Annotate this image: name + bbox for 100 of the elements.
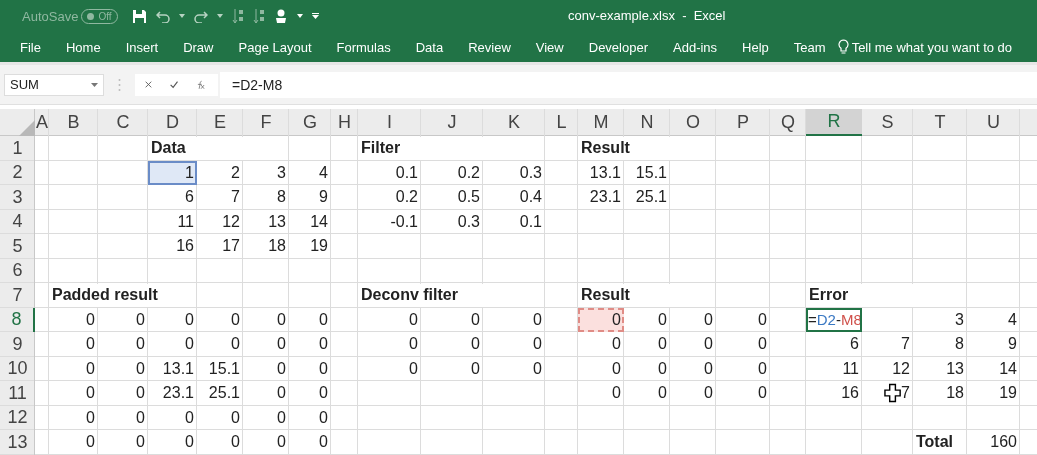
column-header[interactable]: N <box>624 109 670 136</box>
ribbon-tab[interactable]: Formulas <box>336 39 391 55</box>
table-cell-text: 0 <box>276 334 287 355</box>
lightbulb-icon[interactable] <box>837 39 849 55</box>
ribbon-tab[interactable]: Developer <box>588 39 648 55</box>
undo-icon[interactable] <box>155 9 170 23</box>
column-header[interactable]: G <box>289 109 331 136</box>
table-cell-text: 0 <box>408 334 419 355</box>
table-cell-text: 23.1 <box>161 383 195 404</box>
table-cell-text: 0 <box>135 309 146 330</box>
column-header[interactable]: K <box>483 109 545 136</box>
column-header[interactable]: I <box>358 109 421 136</box>
ribbon-tab[interactable]: Draw <box>183 39 214 55</box>
column-header[interactable]: R <box>806 109 862 136</box>
table-cell-text: 0 <box>757 358 768 379</box>
table-cell-text: 6 <box>849 334 860 355</box>
table-cell-text: 160 <box>989 432 1018 453</box>
caret-icon[interactable] <box>91 82 98 87</box>
formula-field[interactable]: =D2-M8 <box>220 71 1037 98</box>
table-cell-text: 17 <box>221 236 241 257</box>
table-cell-text: 0 <box>657 358 668 379</box>
table-cell: 7 <box>901 384 910 403</box>
row-header[interactable]: 1 <box>0 136 35 161</box>
redo-icon[interactable] <box>193 9 208 23</box>
ribbon-tab[interactable]: Data <box>415 39 444 55</box>
caret-icon[interactable] <box>216 14 223 18</box>
column-header[interactable]: L <box>545 109 578 136</box>
row-header[interactable]: 8 <box>0 307 35 332</box>
column-header[interactable]: T <box>913 109 967 136</box>
table-cell-text: 0 <box>470 309 481 330</box>
table-cell-text: 3 <box>276 162 287 183</box>
table-cell-text: 0 <box>757 334 768 355</box>
save-icon[interactable] <box>131 8 147 24</box>
ribbon-tab[interactable]: Help <box>742 39 769 55</box>
column-header[interactable]: O <box>670 109 716 136</box>
row-header[interactable]: 7 <box>0 283 35 308</box>
row-header[interactable]: 13 <box>0 430 35 455</box>
row-header[interactable]: 9 <box>0 332 35 357</box>
table-cell-text: 0 <box>85 334 96 355</box>
table-cell-text: 13 <box>945 358 965 379</box>
ribbon-tab[interactable]: Review <box>468 39 511 55</box>
row-header[interactable]: 11 <box>0 381 35 406</box>
name-box[interactable]: SUM <box>4 73 104 96</box>
column-header[interactable]: P <box>716 109 770 136</box>
ribbon-tab[interactable]: View <box>535 39 564 55</box>
table-cell-text: 18 <box>945 383 965 404</box>
column-header[interactable]: A <box>35 109 49 136</box>
ribbon-tab[interactable]: Add-ins <box>673 39 718 55</box>
column-header[interactable]: E <box>197 109 243 136</box>
column-header[interactable]: D <box>148 109 197 136</box>
row-header[interactable]: 4 <box>0 209 35 234</box>
table-cell-text: 0 <box>85 432 96 453</box>
caret-icon[interactable] <box>296 14 303 18</box>
row-header[interactable]: 5 <box>0 234 35 259</box>
table-cell-text: 6 <box>184 187 195 208</box>
sort-descending-icon[interactable] <box>252 8 265 24</box>
column-header[interactable]: M <box>578 109 624 136</box>
table-cell-text: 13.1 <box>588 162 622 183</box>
sort-ascending-icon[interactable] <box>231 8 244 24</box>
table-cell-text: 0 <box>85 358 96 379</box>
check-icon[interactable] <box>169 79 178 90</box>
table-cell-text: 4 <box>318 162 329 183</box>
table-cell-text: 0 <box>85 383 96 404</box>
row-header[interactable]: 2 <box>0 160 35 185</box>
table-cell-text: 0 <box>230 432 241 453</box>
column-header[interactable]: C <box>98 109 148 136</box>
column-header[interactable]: S <box>862 109 913 136</box>
table-cell-text: 16 <box>175 236 195 257</box>
ribbon-tab[interactable]: Page Layout <box>238 39 312 55</box>
column-header[interactable]: J <box>421 109 483 136</box>
ribbon-tab[interactable]: Insert <box>125 39 159 55</box>
table-cell-text: 13 <box>267 211 287 232</box>
table-cell-text: 25.1 <box>634 187 668 208</box>
ribbon-tab[interactable]: Home <box>65 39 101 55</box>
tell-me-field[interactable]: Tell me what you want to do <box>851 39 1013 55</box>
table-cell-text: 0 <box>318 383 329 404</box>
customize-icon[interactable] <box>311 13 319 19</box>
table-cell-text: 0 <box>757 383 768 404</box>
table-cell-text: 0 <box>318 309 329 330</box>
column-header[interactable]: Q <box>770 109 806 136</box>
ribbon-tab[interactable]: Team <box>793 39 826 55</box>
row-header[interactable]: 3 <box>0 185 35 210</box>
table-cell-text: 0 <box>184 334 195 355</box>
table-cell-text: 14 <box>998 358 1018 379</box>
table-cell-text: 0 <box>611 334 622 355</box>
table-cell-text: 0 <box>85 309 96 330</box>
row-header[interactable]: 6 <box>0 258 35 283</box>
table-cell-text: 0 <box>276 358 287 379</box>
column-header[interactable]: U <box>967 109 1020 136</box>
table-cell-text: 3 <box>954 309 965 330</box>
ribbon-tab[interactable]: File <box>20 39 41 55</box>
column-header[interactable]: B <box>49 109 98 136</box>
caret-icon[interactable] <box>178 14 185 18</box>
column-header[interactable]: H <box>331 109 358 136</box>
table-cell-text: 0 <box>611 358 622 379</box>
cancel-icon[interactable] <box>145 79 152 90</box>
row-header[interactable]: 12 <box>0 405 35 430</box>
table-cell-text: 0 <box>703 383 714 404</box>
row-header[interactable]: 10 <box>0 356 35 381</box>
column-header[interactable]: F <box>243 109 289 136</box>
